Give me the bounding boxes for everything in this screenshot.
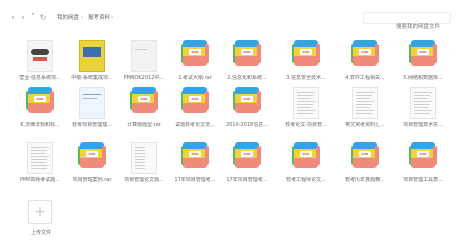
file-name: 软考论文-项目管... xyxy=(285,122,327,128)
document-thumbnail xyxy=(289,87,323,119)
file-item[interactable]: 软考项目管理理... xyxy=(66,87,118,137)
archive-icon: RAR xyxy=(78,142,106,172)
plus-icon: + xyxy=(34,204,46,220)
file-item[interactable]: 项目管理论文题... xyxy=(118,142,170,192)
file-name: 17年项目管理考... xyxy=(226,177,268,183)
archive-icon: RAR xyxy=(409,142,437,172)
file-item[interactable]: RAR 1.考试大纲.rar xyxy=(169,40,221,90)
document-thumbnail xyxy=(23,40,57,72)
file-name: 项目管理工具表... xyxy=(403,177,443,183)
file-grid: 营业-信息系统项... 中级-系统集成项... PMBOK2012中... RAR 1.… xyxy=(0,0,457,245)
file-name: 2.信息化和系统... xyxy=(227,75,267,81)
file-name: 软考历年真题精... xyxy=(345,177,385,183)
document-thumbnail xyxy=(75,87,109,119)
file-item[interactable]: RAR 软考工程师论文... xyxy=(280,142,332,192)
file-name: 项目管理案例.rar xyxy=(72,177,112,183)
file-name: 中级-系统集成项... xyxy=(71,75,113,81)
archive-icon: RAR xyxy=(181,87,209,117)
archive-icon: RAR xyxy=(233,142,261,172)
file-item[interactable]: RAR 6.法律法规和标... xyxy=(14,87,66,137)
file-name: 营业-信息系统项... xyxy=(19,75,61,81)
archive-icon: RAR xyxy=(233,87,261,117)
archive-icon: RAR xyxy=(181,40,209,70)
archive-icon: RAR xyxy=(26,87,54,117)
file-name: 软考工程师论文... xyxy=(286,177,326,183)
file-name: 项目管理技术实... xyxy=(403,122,443,128)
file-name: 英文常考资料汇... xyxy=(345,122,385,128)
upload-button[interactable]: + xyxy=(28,200,52,224)
file-item[interactable]: PMBOK2012中... xyxy=(118,40,170,90)
archive-icon: RAR xyxy=(181,142,209,172)
file-item[interactable]: 项目管理技术实... xyxy=(397,87,449,137)
file-name: 17年项目管理考... xyxy=(174,177,216,183)
file-item[interactable]: RAR 17年项目管理考... xyxy=(221,142,273,192)
archive-icon: RAR xyxy=(409,40,437,70)
archive-icon: RAR xyxy=(233,40,261,70)
file-name: 计算题题型.rar xyxy=(127,122,161,128)
file-name: 项目管理论文题... xyxy=(124,177,164,183)
file-item[interactable]: RAR 软考历年真题精... xyxy=(339,142,391,192)
file-item[interactable]: 中级-系统集成项... xyxy=(66,40,118,90)
upload-label: 上传文件 xyxy=(30,230,51,236)
archive-icon: RAR xyxy=(351,142,379,172)
file-item[interactable]: RAR 17年项目管理考... xyxy=(169,142,221,192)
file-name: 1.考试大纲.rar xyxy=(178,75,212,81)
archive-icon: RAR xyxy=(130,87,158,117)
file-name: 试题软考论文范... xyxy=(175,122,215,128)
file-item[interactable]: RAR 2.信息化和系统... xyxy=(221,40,273,90)
file-name: 4.软件工程相关... xyxy=(345,75,385,81)
file-name: PMBOK2012中... xyxy=(123,75,165,81)
file-item[interactable]: RAR 计算题题型.rar xyxy=(118,87,170,137)
file-item[interactable]: RAR 项目管理工具表... xyxy=(397,142,449,192)
file-item[interactable]: 英文常考资料汇... xyxy=(339,87,391,137)
file-item[interactable]: PMP高频考试题... xyxy=(14,142,66,192)
file-item[interactable]: RAR 4.软件工程相关... xyxy=(339,40,391,90)
archive-icon: RAR xyxy=(292,142,320,172)
document-thumbnail xyxy=(348,87,382,119)
book-cover-thumbnail xyxy=(75,40,109,72)
document-thumbnail xyxy=(127,142,161,174)
file-name: 6.法律法规和标... xyxy=(20,122,60,128)
file-name: 5.网络和数据库... xyxy=(403,75,443,81)
document-thumbnail xyxy=(127,40,161,72)
file-item[interactable]: 软考论文-项目管... xyxy=(280,87,332,137)
archive-icon: RAR xyxy=(351,40,379,70)
document-thumbnail xyxy=(406,87,440,119)
file-item[interactable]: RAR 2010-2018信息... xyxy=(221,87,273,137)
document-thumbnail xyxy=(23,142,57,174)
file-name: PMP高频考试题... xyxy=(19,177,61,183)
archive-icon: RAR xyxy=(292,40,320,70)
file-item[interactable]: RAR 项目管理案例.rar xyxy=(66,142,118,192)
file-item[interactable]: RAR 3.信息安全技术... xyxy=(280,40,332,90)
file-item[interactable]: RAR 5.网络和数据库... xyxy=(397,40,449,90)
file-name: 软考项目管理理... xyxy=(72,122,112,128)
file-name: 3.信息安全技术... xyxy=(286,75,326,81)
file-item[interactable]: RAR 试题软考论文范... xyxy=(169,87,221,137)
file-item[interactable]: 营业-信息系统项... xyxy=(14,40,66,90)
file-name: 2010-2018信息... xyxy=(225,122,269,128)
